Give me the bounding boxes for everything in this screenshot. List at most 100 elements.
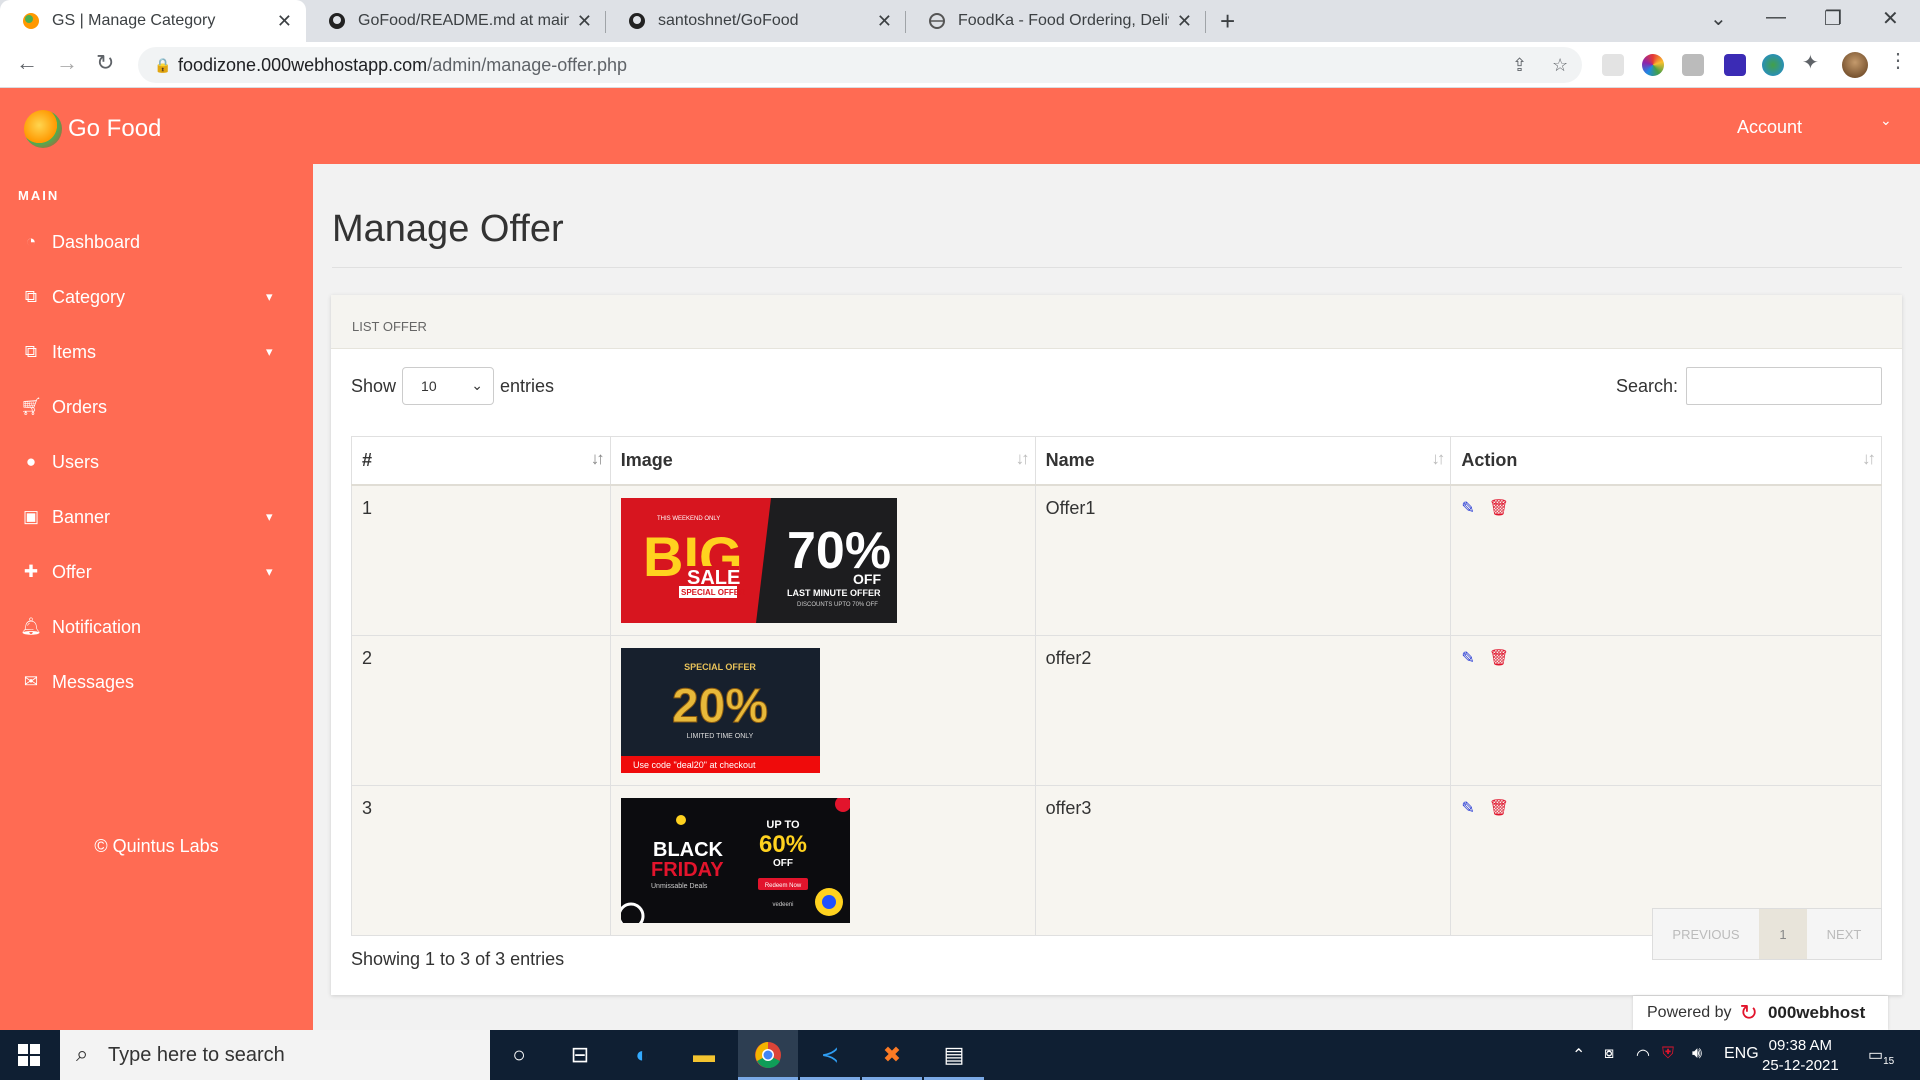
sidebar-item-notification[interactable]: 🔔︎ Notification <box>0 605 313 649</box>
banner-text: LIMITED TIME ONLY <box>686 733 753 740</box>
offer-table: # ↓↑ Image ↓↑ Name ↓↑ Action ↓↑ 1 THIS WEEKE… <box>351 436 1882 936</box>
tab-foodka[interactable]: FoodKa - Food Ordering, Deliver ✕ <box>906 0 1206 42</box>
forward-arrow-icon[interactable]: → <box>56 50 78 76</box>
sidebar-item-dashboard[interactable]: ◔ Dashboard <box>0 220 313 264</box>
user-icon: ● <box>25 452 37 471</box>
taskbar-clock[interactable]: 09:38 AM 25-12-2021 <box>1762 1036 1839 1076</box>
brand-link[interactable]: Go Food <box>24 110 161 148</box>
column-header-image[interactable]: Image ↓↑ <box>609 436 1036 486</box>
trash-icon[interactable]: 🗑︎ <box>1489 648 1509 668</box>
edit-pencil-icon[interactable]: ✎ <box>1461 648 1474 668</box>
globe-extension-icon[interactable] <box>1762 54 1784 76</box>
github-icon <box>328 12 346 30</box>
app-header: Go Food Account ⌄ <box>0 88 1920 164</box>
sidebar-item-offer[interactable]: ✚ Offer ▾ <box>0 550 313 594</box>
close-icon[interactable]: ✕ <box>1177 11 1192 32</box>
reload-icon[interactable]: ↻ <box>96 50 114 76</box>
banner-text: BLACK <box>653 839 724 861</box>
pagination: PREVIOUS 1 NEXT <box>1652 908 1882 960</box>
file-explorer-icon[interactable]: ▬ <box>688 1040 720 1070</box>
row-image-cell: THIS WEEKEND ONLY BIG SALE SPECIAL OFFER… <box>609 484 1036 636</box>
previous-page-button[interactable]: PREVIOUS <box>1653 909 1759 959</box>
tab-separator <box>1205 11 1206 33</box>
sidebar-item-label: Dashboard <box>52 231 141 252</box>
xampp-icon[interactable]: ✖ <box>876 1040 908 1070</box>
edit-pencil-icon[interactable]: ✎ <box>1461 798 1474 818</box>
banner-text: DISCOUNTS UPTO 70% OFF <box>797 602 878 608</box>
show-hidden-icons-chevron-icon[interactable]: ⌃ <box>1572 1045 1585 1065</box>
powered-by-badge[interactable]: Powered by ↻ 000webhost <box>1633 996 1888 1030</box>
trash-icon[interactable]: 🗑︎ <box>1489 798 1509 818</box>
offer-image-20-percent: SPECIAL OFFER 20% LIMITED TIME ONLY Use … <box>620 647 820 773</box>
tab-manage-category[interactable]: GS | Manage Category ✕ <box>0 0 306 42</box>
column-header-action[interactable]: Action ↓↑ <box>1450 436 1882 486</box>
edit-pencil-icon[interactable]: ✎ <box>1461 498 1474 518</box>
000webhost-logo-icon: ↻ <box>1739 1000 1758 1025</box>
tab-search-chevron-icon[interactable]: ⌄ <box>1710 6 1727 31</box>
row-name: offer2 <box>1034 634 1452 786</box>
browser-toolbar: ← → ↻ 🔒 foodizone.000webhostapp.com/admi… <box>0 42 1920 88</box>
antivirus-icon[interactable]: ⛨ <box>1662 1045 1674 1063</box>
menu-kebab-icon[interactable]: ⋮ <box>1888 48 1910 72</box>
page-size-select[interactable]: 10 ⌄ <box>402 367 495 405</box>
close-icon[interactable]: ✕ <box>277 11 292 32</box>
sidebar-item-banner[interactable]: ▣ Banner ▾ <box>0 495 313 539</box>
sidebar-item-orders[interactable]: 🛒︎ Orders <box>0 385 313 429</box>
taskbar-search-box[interactable]: ⌕ Type here to search <box>60 1030 490 1080</box>
close-icon[interactable]: ✕ <box>877 11 892 32</box>
vscode-icon[interactable]: ≺ <box>814 1040 846 1070</box>
share-icon[interactable]: ⇪ <box>1512 47 1527 83</box>
trash-icon[interactable]: 🗑︎ <box>1489 498 1509 518</box>
envelope-icon: ✉ <box>23 672 39 691</box>
star-icon[interactable]: ☆ <box>1552 47 1568 83</box>
card-title: LIST OFFER <box>331 295 1902 349</box>
avatar[interactable] <box>1842 52 1868 78</box>
chevron-down-icon[interactable]: ⌄ <box>1880 112 1892 129</box>
powered-label: Powered by <box>1647 1004 1732 1021</box>
chrome-icon[interactable] <box>752 1040 784 1070</box>
table-row: 2 SPECIAL OFFER 20% LIMITED TIME ONLY Us… <box>351 634 1882 786</box>
volume-icon[interactable]: 🔊︎ <box>1692 1045 1702 1063</box>
main-content: Manage Offer LIST OFFER Show 10 ⌄ entrie… <box>313 164 1920 1030</box>
back-arrow-icon[interactable]: ← <box>16 50 38 76</box>
search-input[interactable] <box>1686 367 1882 405</box>
row-image-cell: BLACK FRIDAY Unmissable Deals UP TO 60% … <box>609 784 1036 936</box>
dashboard-icon: ◔ <box>25 232 37 251</box>
tab-gofood-repo[interactable]: santoshnet/GoFood ✕ <box>606 0 906 42</box>
language-indicator[interactable]: ENG <box>1724 1045 1759 1063</box>
extension-icon[interactable] <box>1602 54 1624 76</box>
color-picker-extension-icon[interactable] <box>1642 54 1664 76</box>
graduation-cap-extension-icon[interactable] <box>1724 54 1746 76</box>
notepad-icon[interactable]: ▤ <box>938 1040 970 1070</box>
column-header-number[interactable]: # ↓↑ <box>351 436 611 486</box>
account-menu[interactable]: Account <box>1737 117 1802 138</box>
minimize-icon[interactable]: — <box>1766 6 1786 29</box>
cortana-icon[interactable]: ○ <box>503 1040 535 1070</box>
sidebar-item-category[interactable]: ⧉ Category ▾ <box>0 275 313 319</box>
puzzle-extensions-icon[interactable]: ✦ <box>1802 50 1824 74</box>
address-bar[interactable]: 🔒 foodizone.000webhostapp.com/admin/mana… <box>138 47 1582 83</box>
edge-icon[interactable]: ◐ <box>626 1040 658 1070</box>
tab-readme[interactable]: GoFood/README.md at main · sa ✕ <box>306 0 606 42</box>
sidebar-item-items[interactable]: ⧉ Items ▾ <box>0 330 313 374</box>
device-icon[interactable]: ⧇ <box>1604 1045 1614 1063</box>
notification-center-icon[interactable]: ▭15 <box>1868 1045 1894 1067</box>
close-icon[interactable]: ✕ <box>577 11 592 32</box>
sidebar-item-users[interactable]: ● Users <box>0 440 313 484</box>
dropbox-extension-icon[interactable] <box>1682 54 1704 76</box>
restore-icon[interactable]: ❐ <box>1824 6 1842 31</box>
window-close-icon[interactable]: ✕ <box>1882 6 1899 31</box>
page-1-button[interactable]: 1 <box>1759 909 1807 959</box>
windows-start-icon[interactable] <box>18 1044 40 1066</box>
wifi-icon[interactable]: ◠ <box>1636 1045 1650 1065</box>
sidebar-item-messages[interactable]: ✉ Messages <box>0 660 313 704</box>
cart-icon: 🛒︎ <box>20 397 42 416</box>
new-tab-plus-icon[interactable]: + <box>1220 6 1235 37</box>
chevron-down-icon: ⌄ <box>471 377 484 393</box>
search-label: Search: <box>1615 375 1678 396</box>
row-name: offer3 <box>1034 784 1452 936</box>
next-page-button[interactable]: NEXT <box>1807 909 1881 959</box>
task-view-icon[interactable]: ⊟ <box>564 1040 596 1070</box>
column-header-name[interactable]: Name ↓↑ <box>1034 436 1452 486</box>
show-label: Show <box>351 375 397 396</box>
